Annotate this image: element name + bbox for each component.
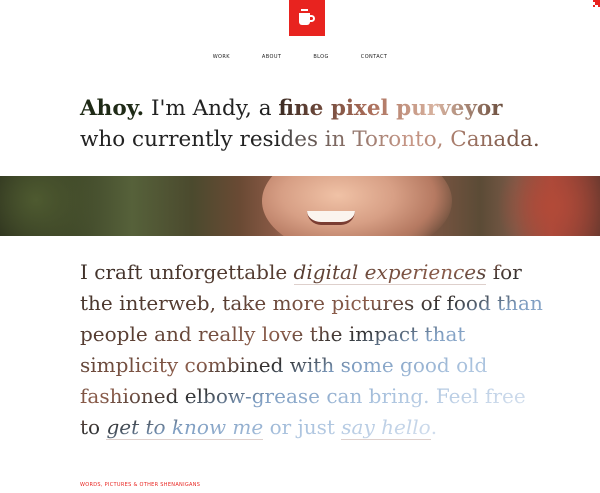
intro-line2a: who currently resi bbox=[80, 127, 281, 152]
craft-text-2: for the interweb, take more pictures of … bbox=[80, 260, 543, 439]
steam-icon bbox=[301, 9, 308, 11]
nav-work[interactable]: WORK bbox=[197, 54, 246, 60]
intro-highlight: fine pixel purveyor bbox=[278, 96, 503, 121]
intro-ahoy: Ahoy. bbox=[80, 96, 145, 121]
digital-experiences-link[interactable]: digital experiences bbox=[293, 260, 487, 285]
footer-tagline: WORDS, PICTURES & OTHER SHENANIGANS bbox=[80, 482, 201, 488]
craft-text-3: or just bbox=[263, 415, 342, 439]
get-to-know-me-link[interactable]: get to know me bbox=[106, 415, 264, 440]
portrait-smile bbox=[307, 211, 355, 225]
about-paragraph: I craft unforgettable digital experience… bbox=[80, 257, 550, 443]
main-nav: WORK ABOUT BLOG CONTACT bbox=[0, 54, 600, 60]
intro-heading: Ahoy. I'm Andy, a fine pixel purveyor wh… bbox=[80, 93, 550, 155]
intro-line2b: des in Toronto, Canada. bbox=[280, 127, 540, 152]
intro-pre: I'm Andy, a bbox=[144, 96, 279, 121]
portrait-photo-band bbox=[0, 176, 600, 236]
say-hello-link[interactable]: say hello bbox=[341, 415, 431, 440]
nav-about[interactable]: ABOUT bbox=[246, 54, 297, 60]
cup-handle-icon bbox=[309, 15, 315, 22]
corner-ribbon[interactable] bbox=[586, 0, 600, 14]
craft-text-4: . bbox=[430, 415, 438, 439]
craft-text-1: I craft unforgettable bbox=[80, 260, 294, 284]
nav-blog[interactable]: BLOG bbox=[297, 54, 344, 60]
nav-contact[interactable]: CONTACT bbox=[345, 54, 404, 60]
site-logo[interactable] bbox=[289, 0, 325, 36]
